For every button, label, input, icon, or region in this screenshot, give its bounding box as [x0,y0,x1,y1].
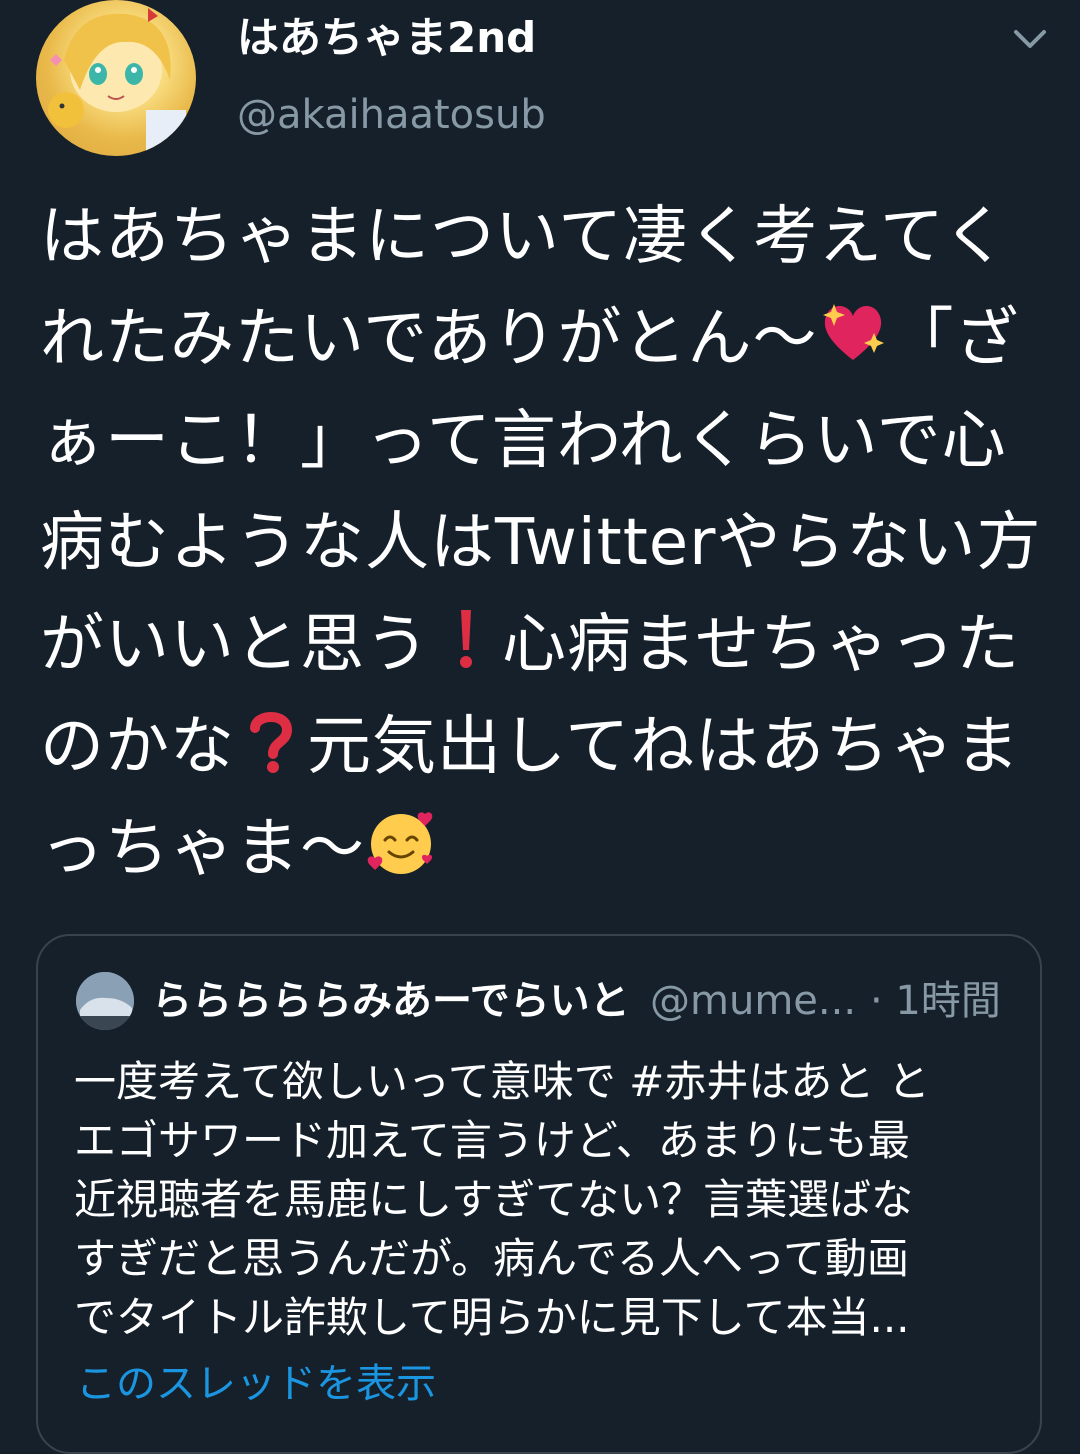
author-display-name[interactable]: はあちゃま2nd [237,12,536,64]
show-thread-link[interactable]: このスレッドを表示 [76,1356,436,1412]
author-avatar[interactable] [36,0,196,156]
quoted-tweet-time: · 1時間 [870,978,1001,1024]
quoted-author-handle[interactable]: @mume... [650,974,856,1028]
tweet-line: がいいと思う 心病ませちゃった [40,594,1050,696]
tweet-line: れたみたいでありがとん〜 「ざ [40,288,1050,390]
tweet-header: はあちゃま2nd @akaihaatosub [0,0,1080,170]
red-exclamation-emoji [430,602,502,674]
quoted-tweet-card[interactable]: らららららみあーでらいと @mume... · 1時間 一度考えて欲しいって意味… [36,934,1042,1454]
tweet-line: っちゃま〜 [40,798,1050,900]
tweet-line: ぁーこ！」って言われくらいで心 [40,404,1007,478]
quoted-line: 一度考えて欲しいって意味で #赤井はあと と [74,1057,930,1106]
chevron-down-icon[interactable] [1008,22,1052,56]
tweet-line: はあちゃまについて凄く考えてく [40,200,1008,274]
quoted-author-name[interactable]: らららららみあーでらいと [152,974,630,1028]
sparkling-heart-emoji [817,296,889,368]
smiling-face-with-hearts-emoji [365,806,437,878]
quoted-tweet-text: 一度考えて欲しいって意味で #赤井はあと と エゴサワード加えて言うけど、あまり… [74,1052,1014,1347]
tweet-text: はあちゃまについて凄く考えてく れたみたいでありがとん〜 「ざ ぁーこ！」って言… [40,186,1050,900]
quoted-line: すぎだと思うんだが。病んでる人へって動画 [74,1234,909,1283]
tweet-line: のかな 元気出してねはあちゃま [40,696,1050,798]
quoted-line: エゴサワード加えて言うけど、あまりにも最 [74,1116,910,1165]
quoted-line: 近視聴者を馬鹿にしすぎてない？言葉選ばな [74,1175,914,1224]
author-handle[interactable]: @akaihaatosub [237,90,546,140]
quoted-line: でタイトル詐欺して明らかに見下して本当... [74,1293,910,1342]
tweet-line: 病むような人はTwitterやらない方 [40,506,1042,580]
quoted-author-avatar[interactable] [76,972,134,1030]
red-question-emoji [235,704,307,776]
